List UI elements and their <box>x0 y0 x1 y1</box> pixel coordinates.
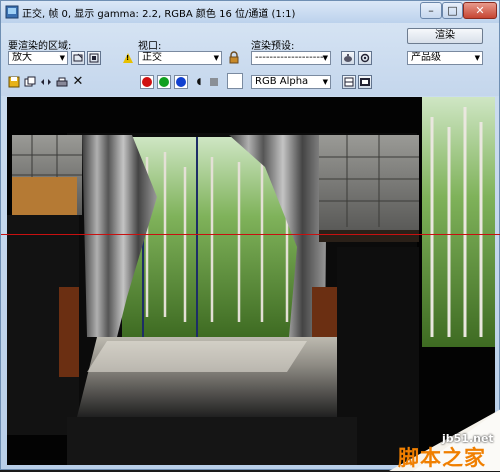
alpha-channel-icon[interactable]: ◖ <box>193 76 205 88</box>
edit-region-button[interactable] <box>71 51 85 65</box>
chevron-down-icon: ▼ <box>59 54 65 62</box>
monochrome-icon[interactable] <box>208 76 220 88</box>
edit-region-icon <box>73 53 83 62</box>
quality-select-value: 产品级 <box>411 52 441 63</box>
warning-icon: ! <box>123 53 133 63</box>
window-title: 正交, 帧 0, 显示 gamma: 2.2, RGBA 颜色 16 位/通道 … <box>22 9 296 20</box>
blue-channel-button[interactable] <box>174 75 188 89</box>
close-button[interactable]: ✕ <box>463 2 497 19</box>
chevron-down-icon: ▼ <box>474 54 480 62</box>
clone-frame-icon[interactable] <box>24 76 36 88</box>
panel-icon <box>360 78 370 86</box>
quality-select[interactable]: 产品级 ▼ <box>407 51 483 65</box>
preset-select[interactable]: -------------------- ▼ <box>251 51 331 65</box>
maximize-icon: □ <box>447 4 458 17</box>
print-icon[interactable] <box>56 76 68 88</box>
info-panel-button[interactable] <box>358 75 372 89</box>
save-image-icon[interactable] <box>8 76 20 88</box>
scanline <box>1 234 500 235</box>
auto-region-button[interactable] <box>87 51 101 65</box>
viewport-select[interactable]: 正交 ▼ <box>138 51 222 65</box>
teapot-icon <box>344 54 352 62</box>
red-channel-button[interactable] <box>140 75 154 89</box>
viewport-select-value: 正交 <box>142 52 162 63</box>
title-bar[interactable]: 正交, 帧 0, 显示 gamma: 2.2, RGBA 颜色 16 位/通道 … <box>1 1 499 24</box>
preset-label: 渲染预设: <box>251 41 295 52</box>
environment-button[interactable] <box>358 51 372 65</box>
display-icon <box>344 77 354 87</box>
minimize-icon: – <box>428 4 434 17</box>
auto-region-icon <box>89 53 99 63</box>
chevron-down-icon: ▼ <box>322 54 328 62</box>
close-icon: ✕ <box>475 4 485 17</box>
blue-channel-icon <box>176 77 186 87</box>
channel-select-value: RGB Alpha <box>255 76 309 87</box>
gear-icon <box>360 53 370 63</box>
watermark-text: 脚本之家 <box>398 445 486 470</box>
render-frame-icon <box>5 5 19 19</box>
preset-select-value: -------------------- <box>255 52 328 63</box>
display-toggle-button[interactable] <box>342 75 356 89</box>
clear-icon[interactable]: ✕ <box>72 75 84 88</box>
copy-image-icon[interactable] <box>40 76 52 88</box>
maximize-button[interactable]: □ <box>442 2 463 19</box>
render-setup-button[interactable] <box>341 51 355 65</box>
channel-select[interactable]: RGB Alpha ▼ <box>251 75 331 89</box>
red-channel-icon <box>142 77 152 87</box>
minimize-button[interactable]: – <box>420 2 442 19</box>
chevron-down-icon: ▼ <box>213 54 219 62</box>
lock-icon[interactable] <box>228 51 240 64</box>
color-swatch[interactable] <box>227 73 243 89</box>
green-channel-button[interactable] <box>157 75 171 89</box>
region-select[interactable]: 放大 ▼ <box>8 51 68 65</box>
region-select-value: 放大 <box>12 52 32 63</box>
chevron-down-icon: ▼ <box>322 78 328 86</box>
green-channel-icon <box>159 77 169 87</box>
viewport-label: 视口: <box>138 41 162 52</box>
region-label: 要渲染的区域: <box>8 41 72 52</box>
render-frame-window: 正交, 帧 0, 显示 gamma: 2.2, RGBA 颜色 16 位/通道 … <box>0 0 500 471</box>
render-button[interactable]: 渲染 <box>407 28 483 44</box>
